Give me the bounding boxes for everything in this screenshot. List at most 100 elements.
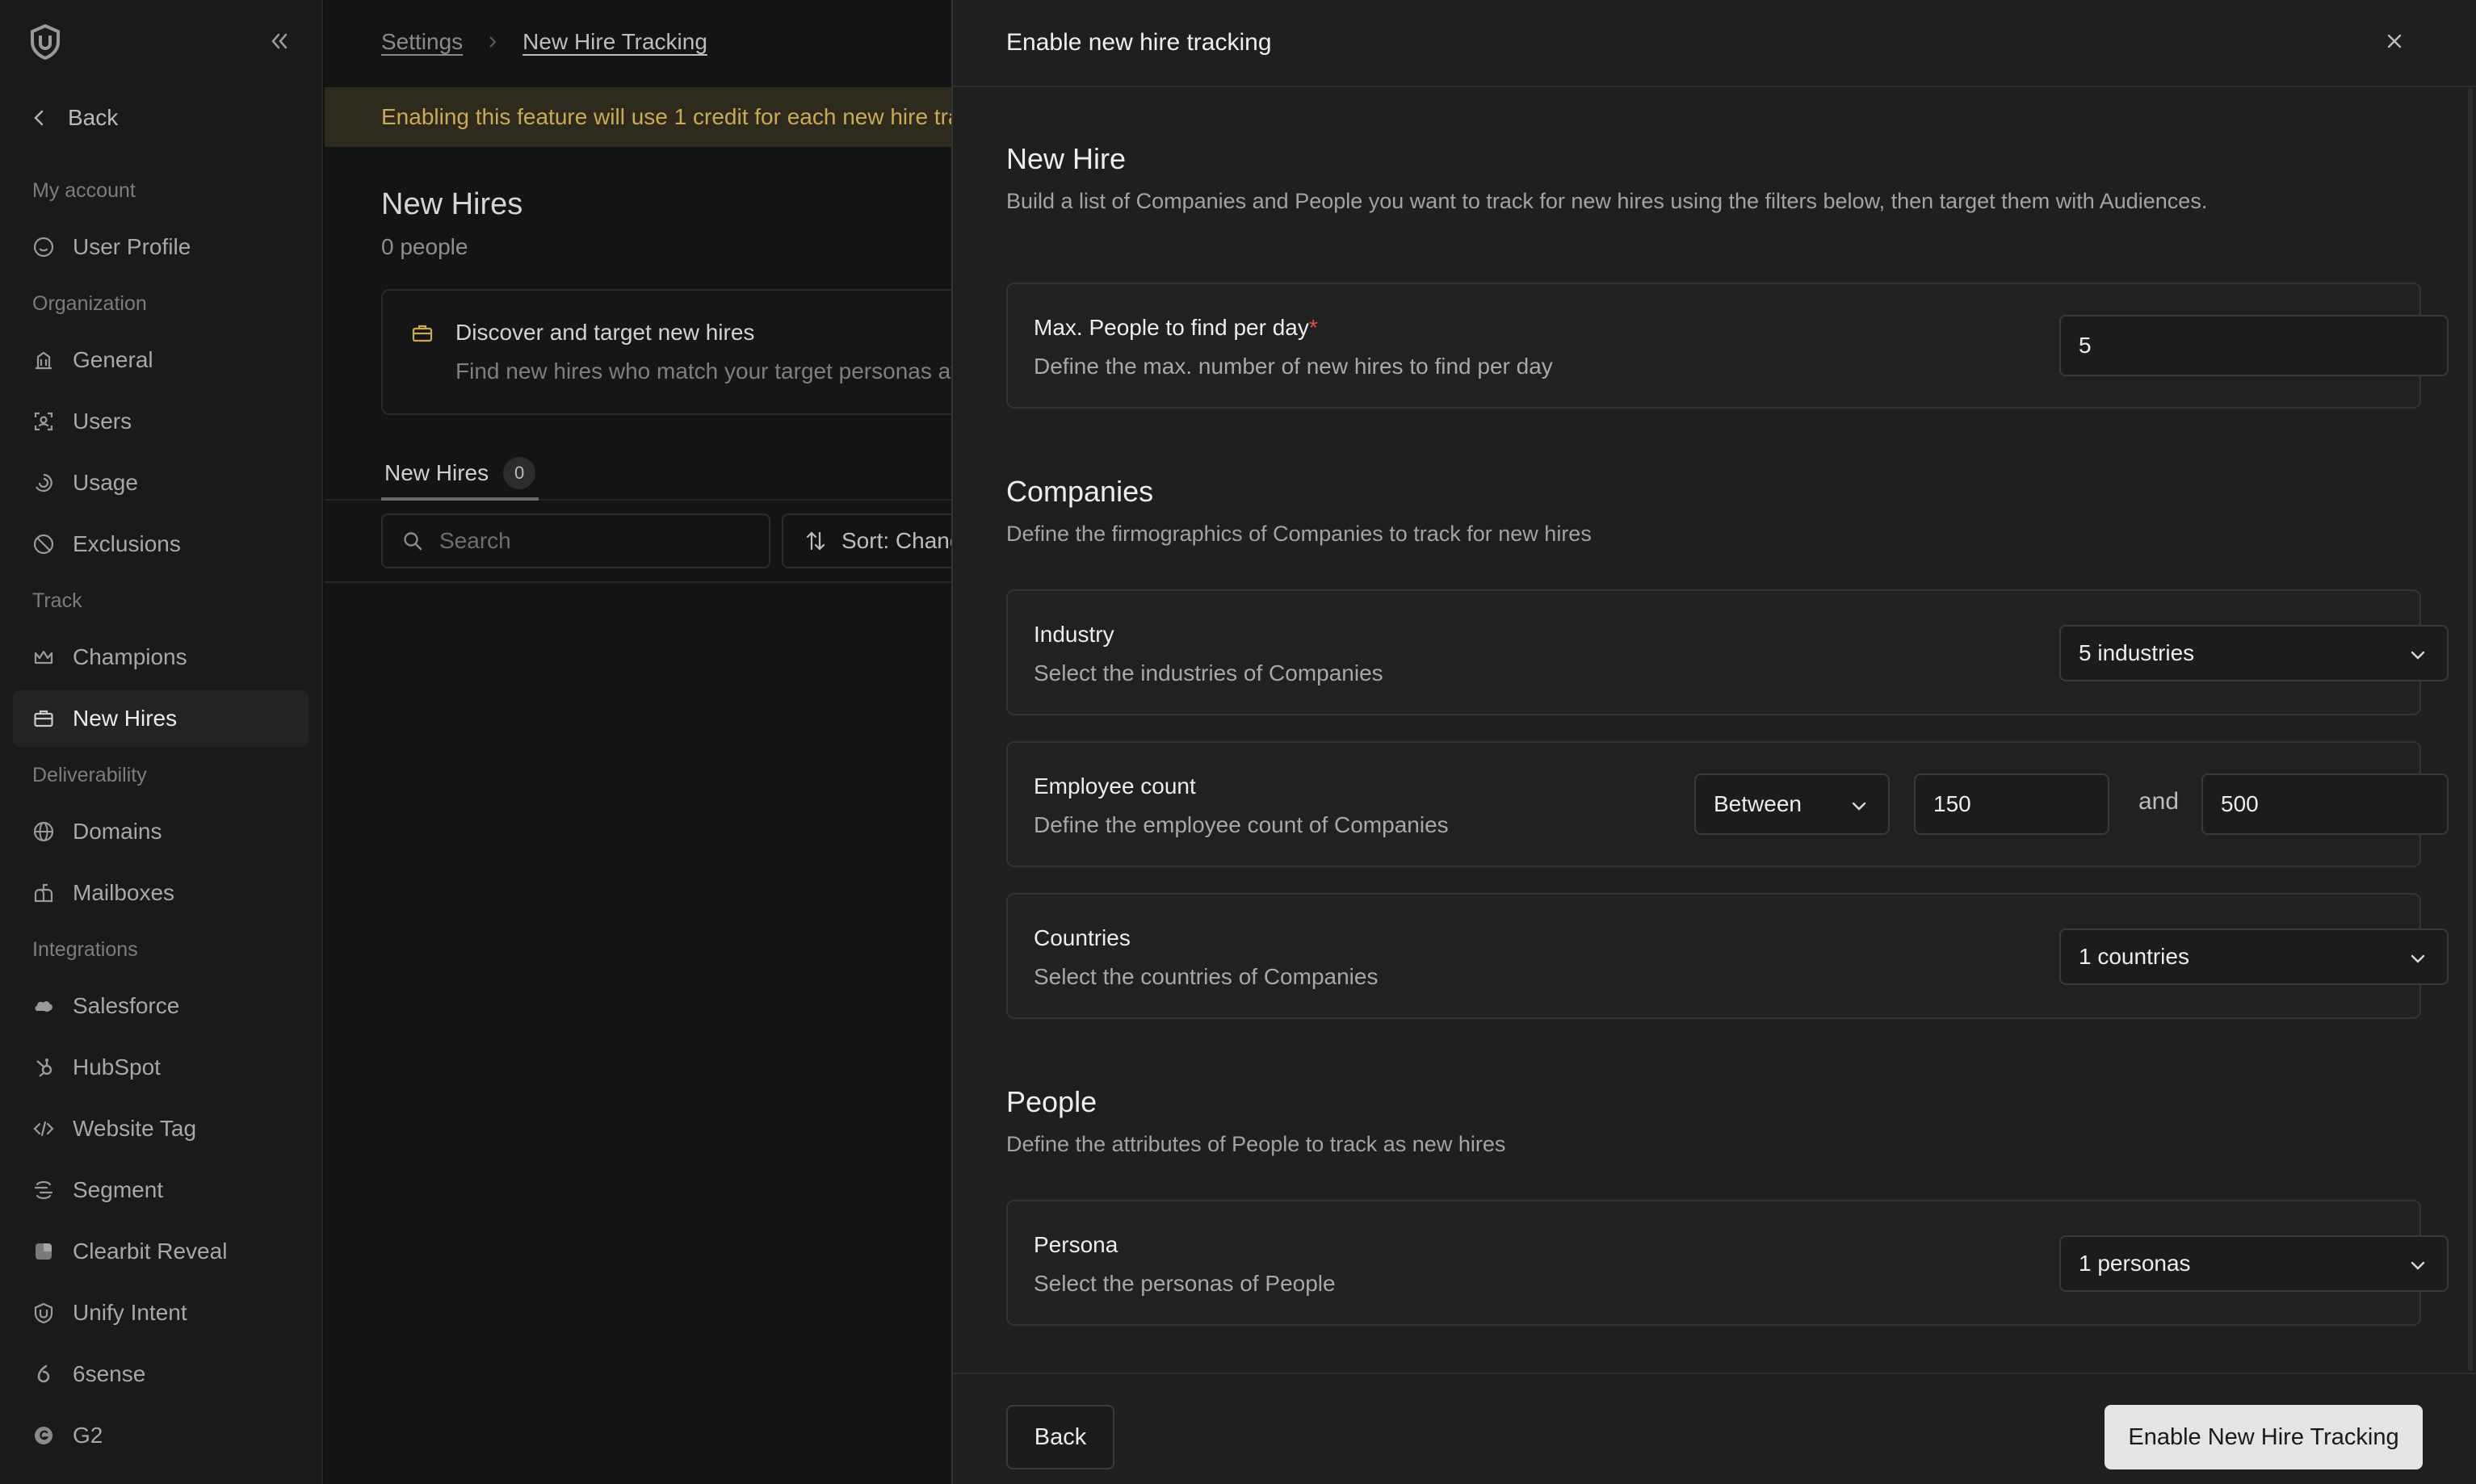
- sidebar-item-label: Champions: [73, 644, 187, 669]
- app-root: Back My account User Profile Organizatio…: [0, 0, 2476, 1484]
- section-title-new-hire: New Hire: [1006, 142, 1127, 175]
- back-button[interactable]: Back: [1006, 1405, 1114, 1469]
- breadcrumb-new-hire-tracking[interactable]: New Hire Tracking: [522, 29, 707, 55]
- sort-arrows-icon: [806, 531, 825, 551]
- persona-description: Select the personas of People: [1034, 1271, 1336, 1296]
- section-my-account: My account: [32, 179, 136, 202]
- sidebar-item-label: Mailboxes: [73, 880, 175, 905]
- search-input[interactable]: Search: [381, 514, 770, 568]
- sidebar-item-general[interactable]: General: [13, 332, 308, 388]
- industry-description: Select the industries of Companies: [1034, 660, 1383, 685]
- employee-count-max-input[interactable]: 500: [2201, 773, 2449, 835]
- double-chevron-left-icon[interactable]: [266, 29, 291, 53]
- search-icon: [404, 532, 422, 551]
- employee-count-description: Define the employee count of Companies: [1034, 812, 1449, 837]
- sidebar-item-unify-intent[interactable]: Unify Intent: [13, 1285, 308, 1341]
- chevron-down-icon: [2411, 1261, 2425, 1270]
- mailbox-icon: [34, 883, 53, 903]
- tab-bar: New Hires 0: [325, 449, 953, 501]
- max-people-value: 5: [2079, 333, 2092, 358]
- section-desc-people: Define the attributes of People to track…: [1006, 1132, 1506, 1156]
- users-icon: [34, 412, 53, 431]
- section-desc-new-hire: Build a list of Companies and People you…: [1006, 189, 2208, 213]
- credit-warning-banner: Enabling this feature will use 1 credit …: [325, 87, 953, 147]
- segment-icon: [34, 1180, 53, 1200]
- sidebar-item-website-tag[interactable]: Website Tag: [13, 1100, 308, 1157]
- persona-select[interactable]: 1 personas: [2059, 1235, 2449, 1292]
- countries-select[interactable]: 1 countries: [2059, 929, 2449, 985]
- sidebar-item-g2[interactable]: G2: [13, 1407, 308, 1464]
- sidebar-item-clearbit-reveal[interactable]: Clearbit Reveal: [13, 1223, 308, 1280]
- max-people-label: Max. People to find per day*: [1034, 315, 1318, 341]
- tab-label: New Hires: [384, 460, 489, 485]
- enable-new-hire-tracking-button[interactable]: Enable New Hire Tracking: [2105, 1405, 2423, 1469]
- sidebar-item-exclusions[interactable]: Exclusions: [13, 516, 308, 572]
- industry-card: Industry Select the industries of Compan…: [1006, 589, 2449, 715]
- section-title-people: People: [1006, 1085, 1097, 1118]
- employee-count-label: Employee count: [1034, 773, 1196, 799]
- sidebar-item-domains[interactable]: Domains: [13, 803, 308, 860]
- sidebar-item-user-profile[interactable]: User Profile: [13, 219, 308, 275]
- sidebar-item-label: 6sense: [73, 1361, 146, 1386]
- max-people-input[interactable]: 5: [2059, 315, 2449, 376]
- sidebar-item-users[interactable]: Users: [13, 393, 308, 450]
- sidebar-item-label: New Hires: [73, 706, 178, 731]
- sidebar-item-usage[interactable]: Usage: [13, 455, 308, 511]
- persona-label: Persona: [1034, 1232, 1118, 1257]
- globe-icon: [33, 821, 54, 842]
- chevron-right-icon: [489, 36, 497, 48]
- sidebar-item-6sense[interactable]: 6sense: [13, 1346, 308, 1402]
- sidebar-item-hubspot[interactable]: HubSpot: [13, 1039, 308, 1096]
- back-link[interactable]: Back: [32, 100, 118, 136]
- people-count: 0 people: [381, 234, 468, 259]
- countries-label: Countries: [1034, 925, 1131, 950]
- sidebar-item-label: Unify Intent: [73, 1300, 187, 1325]
- sidebar-item-label: Salesforce: [73, 993, 180, 1018]
- employee-count-operator-select[interactable]: Between: [1694, 773, 1890, 835]
- smiley-icon: [33, 237, 54, 258]
- page-title: New Hires: [381, 187, 523, 221]
- sidebar: Back My account User Profile Organizatio…: [0, 0, 323, 1484]
- persona-card: Persona Select the personas of People 1 …: [1006, 1200, 2449, 1326]
- sidebar-item-mailboxes[interactable]: Mailboxes: [13, 865, 308, 921]
- sidebar-item-segment[interactable]: Segment: [13, 1162, 308, 1218]
- max-people-card: Max. People to find per day* Define the …: [1006, 283, 2449, 409]
- industry-select[interactable]: 5 industries: [2059, 625, 2449, 681]
- max-people-description: Define the max. number of new hires to f…: [1034, 354, 1553, 379]
- close-icon[interactable]: [2382, 29, 2407, 53]
- sidebar-item-label: HubSpot: [73, 1054, 161, 1079]
- building-icon: [36, 351, 52, 370]
- section-title-companies: Companies: [1006, 475, 1154, 508]
- hubspot-icon: [36, 1059, 52, 1077]
- sidebar-item-salesforce[interactable]: Salesforce: [13, 978, 308, 1034]
- main-content: Settings New Hire Tracking Enabling this…: [325, 0, 995, 1484]
- discover-card: Discover and target new hires Find new h…: [381, 289, 995, 415]
- countries-description: Select the countries of Companies: [1034, 964, 1379, 989]
- employee-count-min-input[interactable]: 150: [1914, 773, 2109, 835]
- back-label: Back: [68, 105, 119, 130]
- salesforce-icon: [35, 1001, 52, 1012]
- sidebar-item-champions[interactable]: Champions: [13, 629, 308, 685]
- sidebar-item-label: Users: [73, 409, 132, 434]
- panel-scrollbar[interactable]: [2468, 87, 2473, 1371]
- sidebar-item-label: Segment: [73, 1177, 164, 1202]
- employee-count-card: Employee count Define the employee count…: [1006, 741, 2449, 867]
- tab-new-hires[interactable]: New Hires 0: [381, 449, 539, 501]
- panel-header: Enable new hire tracking: [953, 0, 2476, 87]
- chevron-down-icon: [2411, 954, 2425, 963]
- g2-icon: [35, 1427, 52, 1444]
- sidebar-item-label: Domains: [73, 819, 162, 844]
- code-icon: [33, 1121, 54, 1137]
- sidebar-item-label: User Profile: [73, 234, 191, 259]
- discover-title: Discover and target new hires: [455, 320, 755, 345]
- and-label: and: [2138, 788, 2180, 815]
- breadcrumb-settings[interactable]: Settings: [381, 29, 463, 55]
- unify-shield-icon[interactable]: [29, 24, 61, 60]
- sixsense-icon: [37, 1365, 50, 1383]
- operator-value: Between: [1714, 791, 1802, 816]
- sidebar-item-new-hires[interactable]: New Hires: [13, 690, 308, 747]
- section-organization: Organization: [32, 292, 147, 315]
- section-deliverability: Deliverability: [32, 764, 147, 786]
- countries-card: Countries Select the countries of Compan…: [1006, 893, 2449, 1019]
- clearbit-icon: [36, 1243, 52, 1260]
